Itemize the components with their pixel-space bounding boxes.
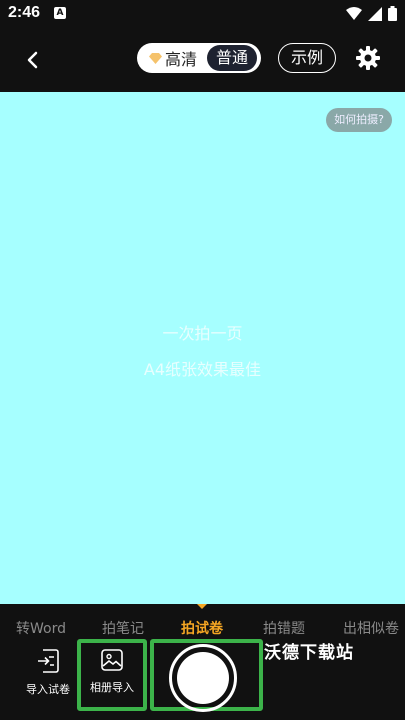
example-button[interactable]: 示例 xyxy=(278,43,336,73)
hint-a4-best: A4纸张效果最佳 xyxy=(143,360,262,379)
status-bar: 2:46 A xyxy=(0,0,405,28)
notification-icon: A xyxy=(54,7,66,19)
active-mode-indicator xyxy=(197,604,207,609)
how-to-shoot-button[interactable]: 如何拍摄? xyxy=(326,108,392,132)
settings-button[interactable] xyxy=(352,42,384,74)
quality-normal-option[interactable]: 普通 xyxy=(207,45,257,71)
album-import-label: 相册导入 xyxy=(90,681,134,694)
signal-icon xyxy=(368,6,382,21)
import-paper-label: 导入试卷 xyxy=(26,683,70,696)
image-icon xyxy=(101,649,123,671)
hint-one-page: 一次拍一页 xyxy=(162,324,243,343)
album-import-button[interactable]: 相册导入 xyxy=(80,649,144,695)
camera-viewfinder[interactable]: 如何拍摄? 一次拍一页 A4纸张效果最佳 xyxy=(0,92,405,604)
back-button[interactable] xyxy=(14,42,50,78)
battery-icon xyxy=(388,6,397,21)
gear-icon xyxy=(356,46,380,70)
shutter-inner xyxy=(177,652,229,704)
import-paper-button[interactable]: 导入试卷 xyxy=(16,649,80,697)
chevron-left-icon xyxy=(27,51,38,69)
quality-hd-label: 高清 xyxy=(165,50,198,69)
diamond-icon xyxy=(149,52,162,64)
mode-tab-notes[interactable]: 拍笔记 xyxy=(102,618,144,638)
mode-tab-similar-paper[interactable]: 出相似卷 xyxy=(343,618,399,638)
quality-toggle[interactable]: 高清 普通 xyxy=(137,43,261,73)
quality-hd-option[interactable]: 高清 xyxy=(137,46,207,70)
import-document-icon xyxy=(38,649,59,673)
shutter-button[interactable] xyxy=(169,644,237,712)
bottom-controls: 转Word 拍笔记 拍试卷 拍错题 出相似卷 导入试卷 相册导入 沃德下载站 xyxy=(0,604,405,720)
top-bar: 高清 普通 示例 xyxy=(0,28,405,92)
mode-tab-exam-paper[interactable]: 拍试卷 xyxy=(181,618,223,638)
status-time: 2:46 xyxy=(8,4,41,21)
status-icons xyxy=(346,6,397,21)
mode-tab-to-word[interactable]: 转Word xyxy=(16,618,66,638)
mode-tab-wrong-questions[interactable]: 拍错题 xyxy=(263,618,305,638)
wifi-icon xyxy=(346,6,362,20)
watermark: 沃德下载站 xyxy=(264,643,354,663)
